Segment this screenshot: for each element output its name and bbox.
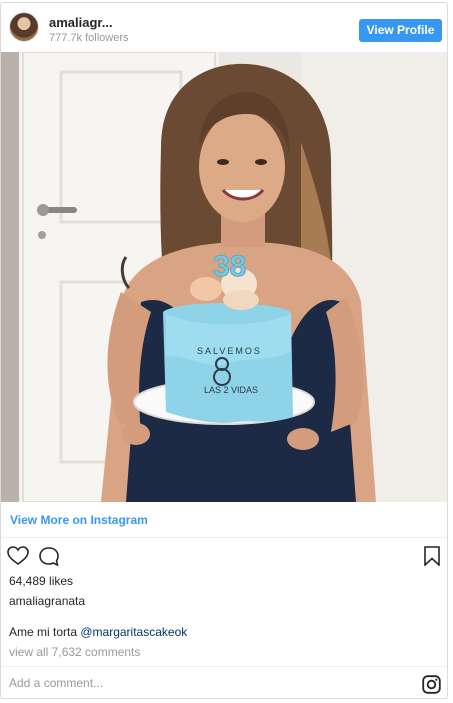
avatar[interactable] <box>9 12 39 42</box>
view-more-bar: View More on Instagram <box>1 502 447 538</box>
caption-text: Ame mi torta <box>9 625 81 639</box>
add-comment-input[interactable]: Add a comment... <box>9 676 103 690</box>
comment-bar: Add a comment... <box>1 666 447 698</box>
follower-count: 777.7k followers <box>49 32 129 44</box>
instagram-embed-card: amaliagr... 777.7k followers View Profil… <box>0 2 448 699</box>
instagram-logo-icon[interactable] <box>422 675 441 694</box>
post-photo[interactable]: 38 SALVEMOS LAS 2 VIDAS <box>1 52 447 502</box>
like-count[interactable]: 64,489 likes <box>9 574 73 588</box>
cake-candles: 38 <box>213 250 246 283</box>
comment-icon[interactable] <box>38 546 60 567</box>
caption: Ame mi torta @margaritascakeok <box>9 625 187 639</box>
heart-icon[interactable] <box>7 546 29 566</box>
bookmark-icon[interactable] <box>424 546 440 566</box>
post-header: amaliagr... 777.7k followers View Profil… <box>1 3 447 51</box>
post-photo-image: 38 SALVEMOS LAS 2 VIDAS <box>1 52 447 502</box>
cake-bottom-text: LAS 2 VIDAS <box>204 385 258 395</box>
cake-top-text: SALVEMOS <box>197 346 262 356</box>
view-profile-button[interactable]: View Profile <box>359 19 442 42</box>
caption-mention-link[interactable]: @margaritascakeok <box>80 625 187 639</box>
username[interactable]: amaliagr... <box>49 15 113 30</box>
view-more-on-instagram-link[interactable]: View More on Instagram <box>10 513 148 527</box>
view-all-comments-link[interactable]: view all 7,632 comments <box>9 645 140 659</box>
owner-username[interactable]: amaliagranata <box>9 594 85 608</box>
